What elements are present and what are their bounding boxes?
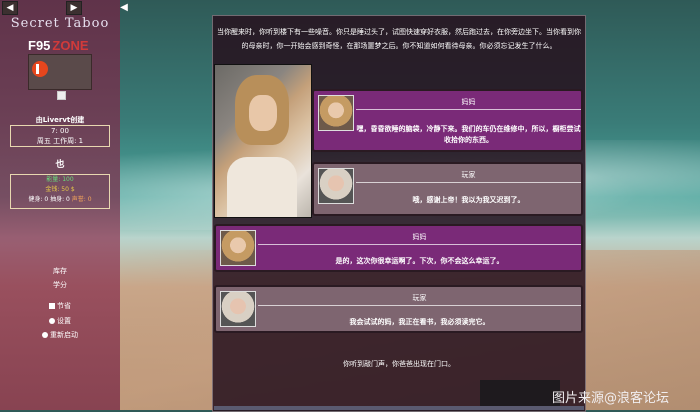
bottom-bar (214, 406, 584, 410)
broken-image-icon (57, 91, 66, 100)
portrait-face (249, 95, 277, 131)
speaker-name: 玩家 (412, 294, 427, 302)
day-label: 周五 工作周: 1 (36, 137, 84, 145)
divider (356, 182, 581, 183)
dialogue-box-mom-2: 妈妈 是的，这次你很幸运啊了。下次，你不会这么幸运了。 (214, 224, 583, 272)
created-by: 由Livervt创建 (35, 116, 85, 124)
speaker-name: 妈妈 (461, 98, 476, 106)
story-title: Secret Taboo (10, 16, 110, 31)
watermark: 图片来源@浪客论坛 (552, 391, 670, 406)
settings-label: 设置 (57, 317, 71, 325)
menu-inventory[interactable]: 库存 (0, 266, 120, 276)
gear-icon (49, 318, 55, 324)
patreon-banner[interactable] (28, 54, 92, 90)
patreon-icon (32, 61, 48, 77)
outro-text: 你听到敲门声，你爸爸出现在门口。 (343, 360, 455, 368)
dialogue-line: 我会试试的妈，我正在看书，我必须读完它。 (349, 317, 490, 326)
energy-stat: 能量: 100 (46, 176, 74, 183)
speaker-name: 妈妈 (412, 233, 427, 241)
dialogue-line: 是的，这次你很幸运啊了。下次，你不会这么幸运了。 (335, 256, 504, 265)
menu-settings[interactable]: 设置 (0, 316, 120, 326)
sidebar: ◀ ▶ Secret Taboo F95 ZONE 由Livervt创建 7: 0… (0, 0, 120, 410)
f95zone-logo: F95 ZONE (28, 38, 89, 53)
money-stat: 金钱: 50 $ (45, 186, 75, 193)
mother-portrait (214, 64, 312, 218)
fitness-stat: 健身: 0 (28, 196, 49, 203)
mom-avatar (220, 230, 256, 266)
restart-label: 重新启动 (50, 331, 78, 339)
character-name: 也 (55, 160, 65, 170)
f95-text: F95 (28, 38, 51, 53)
divider (258, 305, 581, 306)
mom-avatar (318, 95, 354, 131)
dialogue-line: 收拾你的东西。 (444, 135, 493, 144)
menu-restart[interactable]: 重新启动 (0, 330, 120, 340)
stat-2: 抽身: 0 (50, 196, 70, 203)
menu-skills[interactable]: 学分 (0, 280, 120, 290)
sidebar-collapse-button[interactable]: ◀ (118, 2, 130, 14)
dialogue-box-player-2: 玩家 我会试试的妈，我正在看书，我必须读完它。 (214, 285, 583, 333)
intro-line-1: 当你醒来时，你听到楼下有一些噪音。你只是睡过头了，试图快速穿好衣服，然后跑过去，… (217, 28, 581, 36)
dialogue-box-player-1: 玩家 哦，感谢上帝！我以为我又迟到了。 (312, 162, 583, 216)
intro-line-2: 的母亲时，你一开始会感到奇怪，在那场噩梦之后。你不知道如何看待母亲。你必须忘记发… (241, 42, 557, 50)
menu-save[interactable]: 节省 (0, 301, 120, 311)
divider (258, 244, 581, 245)
speaker-name: 玩家 (461, 171, 476, 179)
player-avatar (318, 168, 354, 204)
history-back-button[interactable]: ◀ (2, 1, 18, 15)
dialogue-line: 哦，感谢上帝！我以为我又迟到了。 (412, 195, 525, 204)
portrait-sweater (227, 157, 297, 217)
dialogue-line: 嘿，昏昏欲睡的脑袋，冷静下来。我们的车仍在维修中，所以，橱柜尝试 (356, 124, 581, 133)
clock-time: 7: 00 (51, 127, 69, 135)
stats-box: 能量: 100 金钱: 50 $ 健身: 0 抽身: 0 声誉: 0 (10, 174, 110, 209)
save-icon (49, 303, 55, 309)
history-forward-button[interactable]: ▶ (66, 1, 82, 15)
player-avatar (220, 291, 256, 327)
divider (356, 109, 581, 110)
zone-text: ZONE (52, 38, 89, 53)
dialogue-box-mom-1: 妈妈 嘿，昏昏欲睡的脑袋，冷静下来。我们的车仍在维修中，所以，橱柜尝试 收拾你的… (312, 89, 583, 152)
restart-icon (42, 332, 48, 338)
time-box: 7: 00 周五 工作周: 1 (10, 125, 110, 147)
reputation-stat: 声誉: 0 (71, 196, 92, 203)
save-label: 节省 (57, 302, 71, 310)
